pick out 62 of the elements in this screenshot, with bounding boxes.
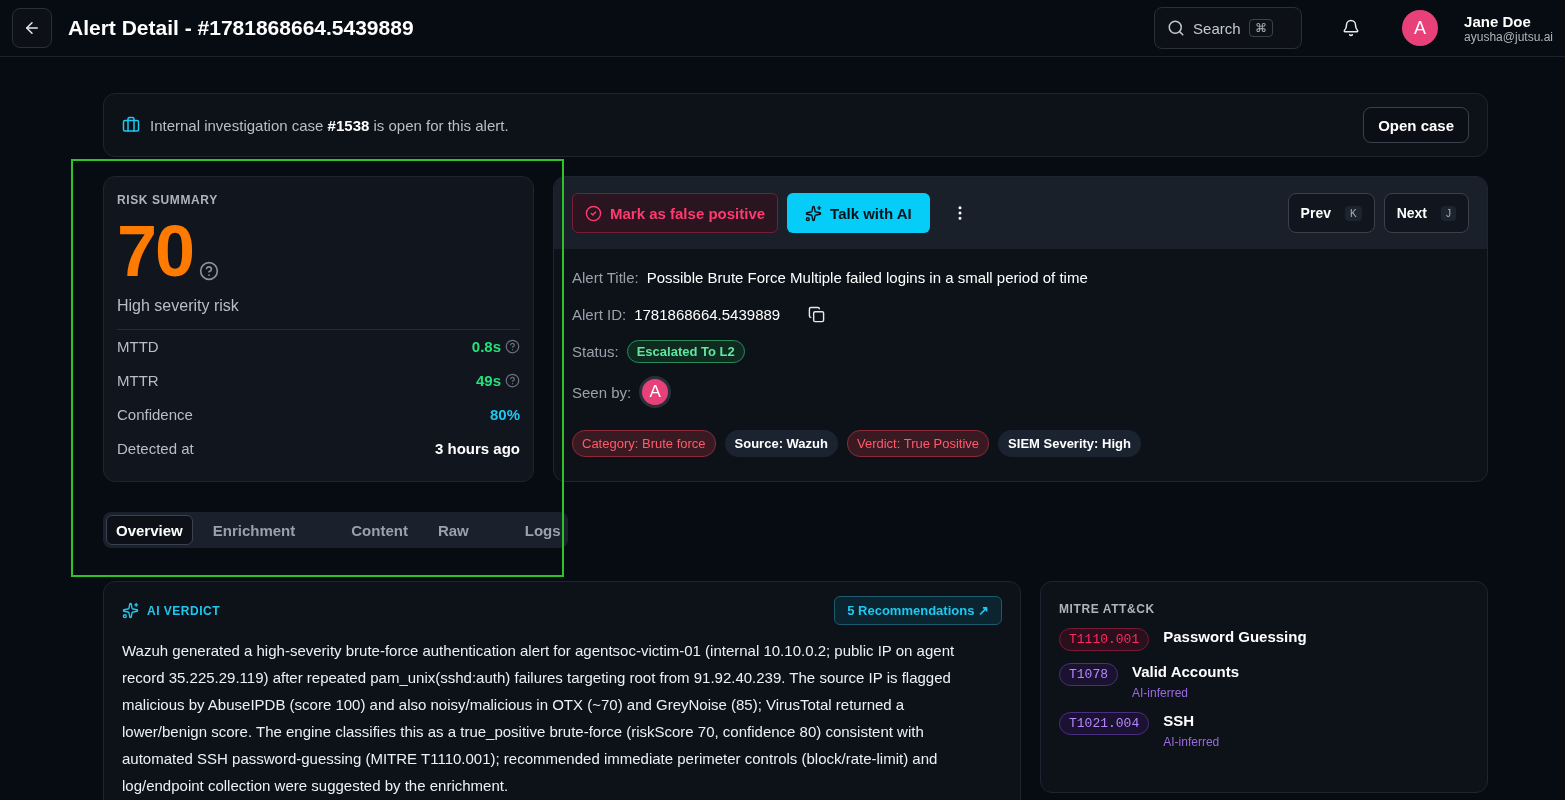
- metric-value: 0.8s: [471, 338, 501, 356]
- tab[interactable]: Enrichment: [202, 515, 306, 545]
- sparkles-icon: [122, 602, 139, 619]
- page-title: Alert Detail - #1781868664.5439889: [68, 16, 415, 40]
- help-icon[interactable]: [505, 339, 520, 355]
- tab[interactable]: Content: [341, 515, 418, 545]
- prev-button[interactable]: Prev K: [1287, 193, 1375, 233]
- technique-note: AI-inferred: [1163, 735, 1220, 749]
- technique-name: Valid Accounts: [1132, 663, 1239, 680]
- open-case-button[interactable]: Open case: [1363, 107, 1469, 143]
- talk-with-ai-button[interactable]: Talk with AI: [787, 193, 930, 233]
- technique-name: SSH: [1163, 712, 1196, 729]
- search-icon: [1167, 19, 1186, 37]
- metric-value: 3 hours ago: [435, 439, 520, 457]
- tag: Verdict: True Positive: [847, 430, 990, 457]
- sparkles-icon: [805, 204, 823, 222]
- risk-heading: RISK SUMMARY: [117, 193, 219, 207]
- metric-label: Confidence: [117, 405, 193, 423]
- tab[interactable]: Logs: [514, 515, 571, 545]
- field-label: Alert Title:: [572, 269, 639, 286]
- field-label: Seen by:: [572, 383, 632, 401]
- help-icon[interactable]: [505, 373, 520, 389]
- user-email: ayusha@jutsu.ai: [1464, 29, 1553, 44]
- back-button[interactable]: [12, 8, 52, 48]
- field-label: Status:: [572, 343, 619, 360]
- briefcase-icon: [122, 116, 140, 134]
- metric-value: 80%: [489, 405, 520, 423]
- help-icon[interactable]: [199, 261, 220, 281]
- next-button[interactable]: Next J: [1383, 193, 1469, 233]
- technique-id: T1021.004: [1059, 712, 1150, 735]
- mitre-heading: MITRE ATT&CK: [1059, 602, 1156, 616]
- tag: SIEM Severity: High: [998, 430, 1141, 457]
- recommendations-link[interactable]: 5 Recommendations ↗: [834, 596, 1002, 625]
- verdict-heading: AI VERDICT: [147, 603, 220, 618]
- search-button[interactable]: Search ⌘: [1154, 7, 1303, 49]
- technique-name: Password Guessing: [1163, 628, 1307, 645]
- tab[interactable]: Raw: [427, 515, 479, 545]
- verdict-text: Wazuh generated a high-severity brute-force authentication alert for agentsoc-victim-01 (internal 10.10.0.2; public IP on agent record 35.225.29.119) after repeated pam_unix(sshd:auth) failures targeting root from 91.92.40.239. The source IP is flagged malicious by AbuseIPDB (score 100) and also noisy/malicious in OTX (~70) and GreyNoise (85); VirusTotal returned a lower/benign score. The engine classifies this as a true_positive brute-force (riskScore 70, confidence 80) consistent with automated SSH password-guessing (MITRE T1110.001); recommended immediate perimeter controls (block/rate-limit) and log/endpoint collection were suggested by the enrichment.: [122, 641, 956, 796]
- field-label: Alert ID:: [572, 306, 627, 323]
- metric-label: MTTR: [117, 372, 159, 390]
- metric-value: 49s: [475, 372, 501, 390]
- risk-score: 70: [117, 215, 194, 287]
- tag: Category: Brute force: [572, 430, 716, 457]
- alert-id: 1781868664.5439889: [634, 306, 781, 323]
- alert-title: Possible Brute Force Multiple failed logins in a small period of time: [646, 269, 1088, 286]
- user-avatar[interactable]: A: [1402, 10, 1439, 46]
- technique-id: T1078: [1059, 663, 1118, 686]
- status-badge: Escalated To L2: [626, 340, 745, 363]
- technique-note: AI-inferred: [1132, 686, 1190, 700]
- check-circle-icon: [585, 204, 602, 222]
- metric-label: Detected at: [117, 439, 194, 457]
- banner-text: Internal investigation case #1538 is open for this alert.: [150, 116, 510, 134]
- copy-icon[interactable]: [808, 306, 826, 323]
- notification-icon[interactable]: [1342, 19, 1361, 37]
- tab[interactable]: Overview: [106, 515, 193, 545]
- metric-label: MTTD: [117, 338, 159, 356]
- technique-id: T1110.001: [1059, 628, 1150, 651]
- user-name: Jane Doe: [1464, 12, 1532, 30]
- viewer-avatar: A: [639, 376, 672, 408]
- tag: Source: Wazuh: [724, 430, 838, 457]
- severity-text: High severity risk: [117, 297, 520, 330]
- false-positive-button[interactable]: Mark as false positive: [572, 193, 779, 233]
